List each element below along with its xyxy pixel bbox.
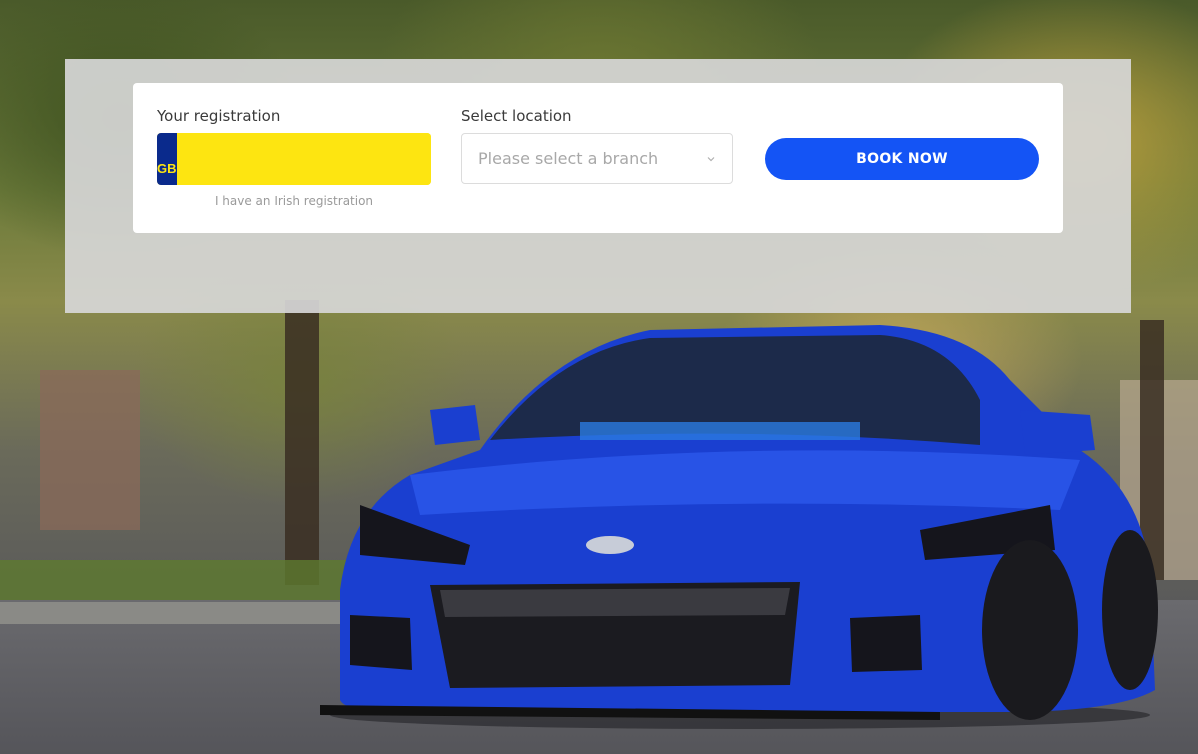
irish-registration-link[interactable]: I have an Irish registration [157, 194, 431, 208]
registration-label: Your registration [157, 107, 281, 125]
registration-plate: GB [157, 133, 431, 185]
car-image [320, 325, 1158, 729]
registration-input[interactable] [176, 133, 431, 185]
branch-select-placeholder: Please select a branch [478, 149, 659, 168]
booking-card: Your registration GB I have an Irish reg… [133, 83, 1063, 233]
hero-background: Your registration GB I have an Irish reg… [0, 0, 1198, 754]
gb-plate-flag: GB [157, 133, 177, 185]
branch-select[interactable]: Please select a branch [461, 133, 733, 184]
background-tree-trunk [285, 300, 319, 585]
background-house-left [40, 370, 140, 530]
plate-country-code: GB [157, 160, 177, 176]
chevron-down-icon [707, 156, 715, 161]
location-label: Select location [461, 107, 572, 125]
book-now-button[interactable]: BOOK NOW [765, 138, 1039, 180]
